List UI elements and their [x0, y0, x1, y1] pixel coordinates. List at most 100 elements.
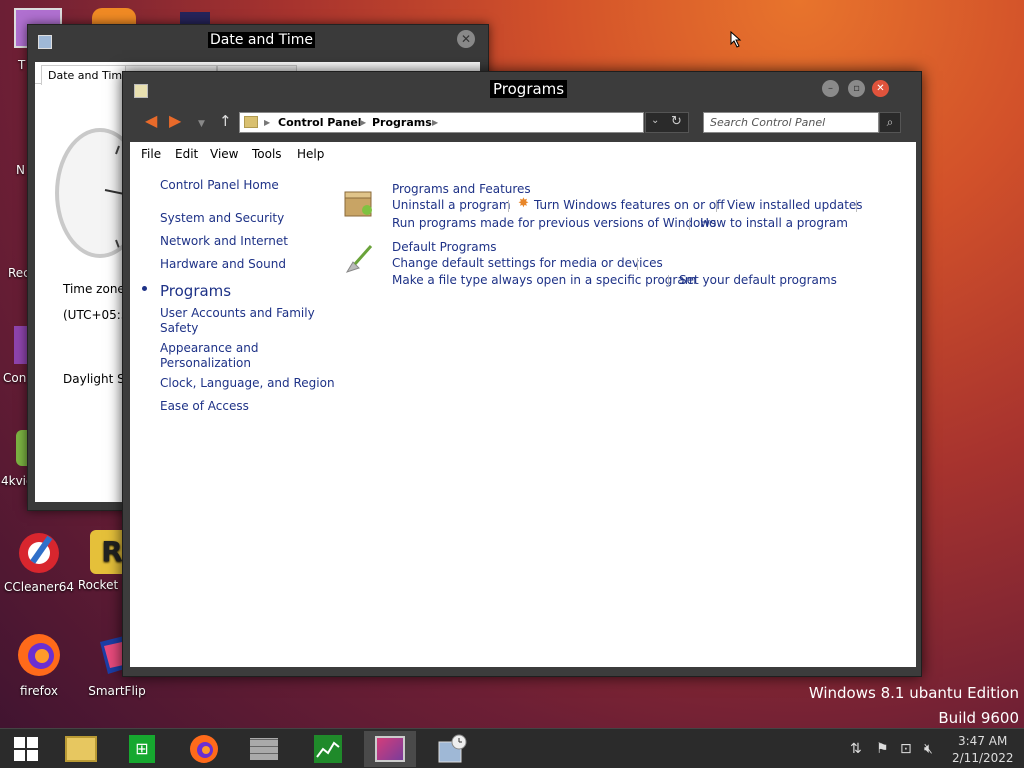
stock-chart-icon [314, 735, 342, 763]
desktop-icon-label: CCleaner64 [4, 580, 75, 594]
desktop-icon-ccleaner[interactable]: CCleaner64 [4, 530, 74, 594]
desktop-icon-rocket[interactable]: R Rocket [77, 530, 134, 592]
nav-appearance-line2[interactable]: Personalization [160, 356, 251, 371]
taskbar: ⊞ ⇅ ⚑ ⊡ 🔇︎ 3:47 AM 2/11/2022 [0, 728, 1024, 768]
taskbar-brick-app[interactable] [238, 731, 290, 767]
menu-bar: File Edit View Tools Help [130, 142, 916, 164]
breadcrumb-programs[interactable]: Programs [372, 116, 432, 129]
breadcrumb-control-panel[interactable]: Control Panel [278, 116, 362, 129]
search-placeholder: Search Control Panel [710, 116, 826, 129]
nav-appearance-line1[interactable]: Appearance and [160, 341, 258, 356]
action-center-flag-icon[interactable]: ⚑ [876, 741, 889, 757]
link-separator [637, 258, 638, 270]
network-activity-icon[interactable]: ⇅ [850, 741, 862, 757]
up-arrow-icon[interactable]: ↑ [219, 113, 232, 129]
file-type-always-open-link[interactable]: Make a file type always open in a specif… [392, 273, 696, 287]
nav-hardware-and-sound[interactable]: Hardware and Sound [160, 257, 286, 272]
menu-edit[interactable]: Edit [175, 147, 198, 161]
desktop-icon-firefox[interactable]: firefox [4, 632, 74, 698]
nav-user-accounts-line1[interactable]: User Accounts and Family [160, 306, 315, 321]
nav-user-accounts-line2[interactable]: Safety [160, 321, 198, 336]
run-previous-versions-link[interactable]: Run programs made for previous versions … [392, 216, 716, 230]
date-time-icon [438, 734, 467, 763]
desktop-label-partial-2: N [16, 163, 25, 177]
nav-system-and-security[interactable]: System and Security [160, 211, 284, 226]
minimize-button[interactable]: – [822, 80, 839, 97]
nav-clock-language-region[interactable]: Clock, Language, and Region [160, 376, 335, 391]
breadcrumb-separator-icon: ▶ [360, 118, 367, 127]
menu-file[interactable]: File [141, 147, 161, 161]
taskbar-firefox[interactable] [178, 731, 230, 767]
turn-windows-features-link[interactable]: Turn Windows features on or off [534, 198, 725, 212]
nav-network-and-internet[interactable]: Network and Internet [160, 234, 288, 249]
link-separator [508, 200, 509, 212]
taskbar-store[interactable]: ⊞ [116, 731, 168, 767]
volume-muted-icon[interactable]: 🔇︎ [924, 741, 933, 757]
recent-pages-chevron-icon[interactable]: ▼ [198, 116, 205, 132]
folder-icon [244, 116, 258, 128]
forward-arrow-icon[interactable]: ▶ [169, 113, 181, 129]
address-dropdown-chevron-icon[interactable]: ⌄ [651, 115, 659, 126]
firefox-icon [18, 634, 60, 676]
uninstall-program-link[interactable]: Uninstall a program [392, 198, 511, 212]
brick-app-icon [250, 738, 278, 760]
build-watermark: Build 9600 [938, 709, 1019, 727]
close-icon: ✕ [876, 83, 885, 94]
window-title: Date and Time [208, 32, 315, 48]
programs-window: Programs – ▫ ✕ ◀ ▶ ▼ ↑ ▶ Control Panel ▶… [122, 71, 922, 677]
how-to-install-link[interactable]: How to install a program [700, 216, 848, 230]
windows-features-shield-icon: ✸ [518, 196, 529, 211]
desktop-icon-label: Rocket [77, 578, 119, 592]
close-icon: ✕ [460, 32, 472, 46]
desktop-label-partial-1: T [18, 58, 26, 72]
search-button[interactable]: ⌕ [879, 112, 901, 133]
close-button[interactable]: ✕ [872, 80, 889, 97]
taskbar-date[interactable]: 2/11/2022 [952, 751, 1014, 765]
window-title: Programs [490, 80, 568, 98]
firefox-icon [190, 735, 218, 763]
desktop-icon-partial-4[interactable] [14, 326, 28, 364]
menu-help[interactable]: Help [297, 147, 324, 161]
menu-tools[interactable]: Tools [252, 147, 282, 161]
current-item-bullet [142, 286, 147, 291]
close-button[interactable]: ✕ [457, 30, 475, 48]
link-separator [856, 200, 857, 212]
search-input[interactable]: Search Control Panel [703, 112, 879, 133]
nav-ease-of-access[interactable]: Ease of Access [160, 399, 249, 414]
back-arrow-icon[interactable]: ◀ [145, 113, 157, 129]
change-default-media-settings-link[interactable]: Change default settings for media or dev… [392, 256, 663, 270]
taskbar-date-time[interactable] [426, 731, 478, 767]
taskbar-control-panel[interactable] [364, 731, 416, 767]
control-panel-icon [375, 736, 405, 762]
control-panel-home-link[interactable]: Control Panel Home [160, 178, 279, 193]
default-programs-icon [345, 245, 373, 273]
menu-view[interactable]: View [210, 147, 238, 161]
desktop-icon-label: SmartFlip [88, 684, 146, 698]
breadcrumb-separator-icon: ▶ [264, 118, 271, 127]
refresh-icon[interactable]: ↻ [671, 114, 682, 129]
address-bar[interactable]: ▶ Control Panel ▶ Programs ▶ [239, 112, 644, 133]
desktop-icon-label: firefox [20, 684, 58, 698]
date-time-app-icon [38, 35, 52, 49]
maximize-icon: ▫ [853, 83, 860, 94]
address-controls: ⌄ ↻ [645, 112, 689, 133]
maximize-button[interactable]: ▫ [848, 80, 865, 97]
programs-titlebar[interactable]: Programs – ▫ ✕ [123, 72, 921, 106]
tab-label: Date and Time [48, 69, 129, 82]
network-icon[interactable]: ⊡ [900, 741, 912, 757]
link-separator [668, 275, 669, 287]
taskbar-stock-chart[interactable] [302, 731, 354, 767]
start-button[interactable] [0, 731, 52, 767]
search-icon: ⌕ [886, 115, 894, 129]
link-separator [716, 200, 717, 212]
nav-programs-current: Programs [160, 282, 232, 300]
control-panel-app-icon [134, 84, 148, 98]
default-programs-heading[interactable]: Default Programs [392, 240, 497, 254]
minimize-icon: – [828, 83, 833, 94]
programs-and-features-heading[interactable]: Programs and Features [392, 182, 531, 196]
taskbar-file-explorer[interactable] [55, 731, 107, 767]
set-default-programs-link[interactable]: Set your default programs [679, 273, 837, 287]
date-time-titlebar[interactable]: Date and Time ✕ [28, 25, 488, 57]
taskbar-time[interactable]: 3:47 AM [958, 734, 1007, 748]
view-installed-updates-link[interactable]: View installed updates [727, 198, 863, 212]
